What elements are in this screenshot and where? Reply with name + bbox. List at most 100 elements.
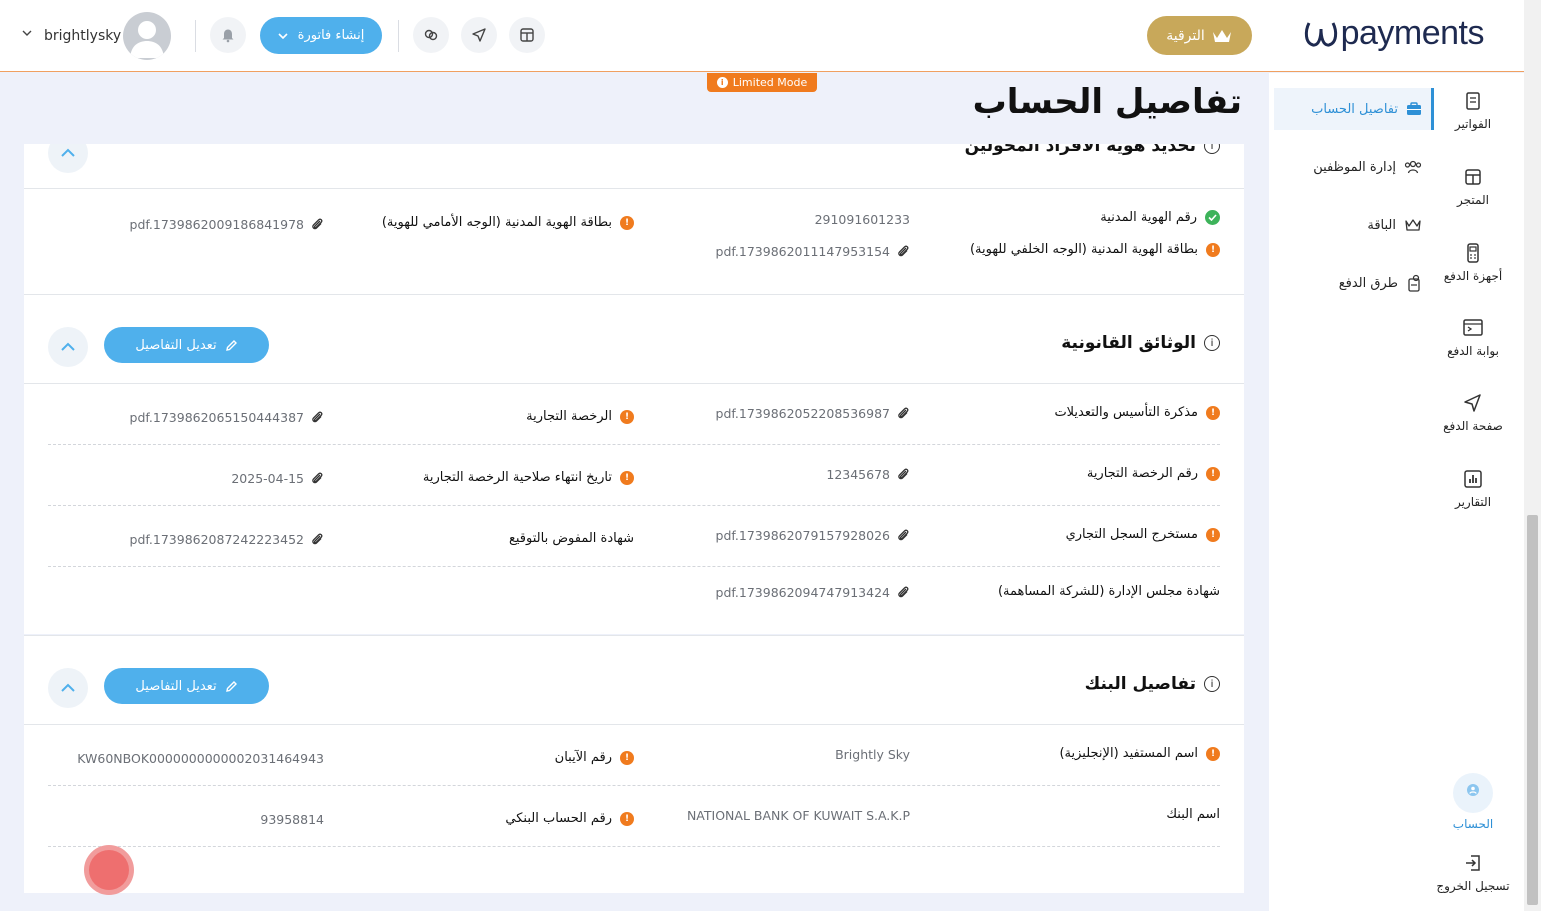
label-text: رقم الآيبان — [554, 750, 612, 765]
avatar[interactable] — [123, 12, 171, 60]
paperclip-icon — [898, 529, 909, 541]
field-label: شهادة المفوض بالتوقيع — [509, 531, 634, 546]
send-button[interactable] — [461, 17, 497, 53]
upgrade-button[interactable]: الترقية — [1147, 16, 1252, 55]
info-icon[interactable]: i — [1204, 335, 1220, 351]
field-value: 93958814 — [260, 812, 324, 827]
file-link[interactable]: pdf.1739862079157928026 — [716, 527, 910, 543]
file-link[interactable]: pdf.1739862052208536987 — [716, 405, 910, 421]
row-divider — [48, 846, 1220, 847]
warning-icon: ! — [1206, 405, 1220, 420]
field-value: Brightly Sky — [835, 747, 910, 762]
value-text: 2025-04-15 — [231, 470, 304, 486]
label-text: شهادة المفوض بالتوقيع — [508, 531, 634, 546]
file-link[interactable]: pdf.1739862009186841978 — [130, 216, 324, 232]
label-text: اسم البنك — [1166, 807, 1220, 822]
field-label: رقم الرخصة التجارية! — [1087, 466, 1220, 481]
label-text: مذكرة التأسيس والتعديلات — [1054, 405, 1198, 420]
section-title-text: تفاصيل البنك — [1084, 674, 1196, 694]
file-name: pdf.1739862087242223452 — [129, 531, 304, 547]
top-header: payments الترقية إنشاء فاتورة brightlysk… — [0, 0, 1524, 72]
submenu-item-account-details[interactable]: تفاصيل الحساب — [1274, 88, 1434, 130]
nav-item-account[interactable]: الحساب — [1422, 773, 1524, 831]
nav-label: الفواتير — [1454, 117, 1492, 131]
paperclip-icon — [898, 407, 909, 419]
paperclip-icon — [312, 472, 323, 484]
submenu-item-staff[interactable]: إدارة الموظفين — [1274, 146, 1434, 188]
nav-label: بوابة الدفع — [1447, 344, 1499, 358]
section-divider — [24, 724, 1244, 725]
nav-item-reports[interactable]: التقارير — [1422, 469, 1524, 509]
chevron-down-icon[interactable] — [22, 30, 32, 36]
field-label: تاريخ انتهاء صلاحية الرخصة التجارية! — [423, 470, 634, 485]
gateway-icon — [1463, 319, 1483, 336]
header-divider — [398, 20, 399, 52]
users-icon — [1404, 160, 1422, 174]
label-text: رقم الرخصة التجارية — [1086, 466, 1198, 481]
field-label: رقم الحساب البنكي! — [505, 811, 634, 826]
nav-item-invoices[interactable]: الفواتير — [1422, 91, 1524, 131]
field-value: KW60NBOK0000000000002031464943 — [77, 751, 324, 766]
submenu-label: تفاصيل الحساب — [1311, 101, 1398, 117]
edit-details-button[interactable]: تعديل التفاصيل — [104, 327, 269, 363]
row-divider — [48, 785, 1220, 786]
file-link[interactable]: pdf.1739862087242223452 — [130, 531, 324, 547]
warning-icon: ! — [620, 750, 634, 765]
field-value: NATIONAL BANK OF KUWAIT S.A.K.P — [686, 808, 910, 823]
submenu-item-plan[interactable]: الباقة — [1274, 204, 1434, 246]
pencil-icon — [225, 680, 237, 692]
submenu-item-payment-methods[interactable]: طرق الدفع — [1274, 262, 1434, 304]
notification-prompt-button[interactable] — [84, 845, 134, 895]
nav-item-store[interactable]: المتجر — [1422, 167, 1524, 207]
limited-mode-label: Limited Mode — [732, 76, 808, 89]
label-text: اسم المستفيد (الإنجليزية) — [1059, 746, 1198, 761]
page-scrollbar[interactable] — [1524, 0, 1541, 911]
collapse-button[interactable] — [48, 327, 88, 367]
send-icon — [472, 28, 486, 42]
nav-item-payment-gateway[interactable]: بوابة الدفع — [1422, 318, 1524, 358]
logo-mark-icon — [1304, 21, 1337, 47]
header-divider — [195, 20, 196, 52]
nav-item-pos-devices[interactable]: أجهزة الدفع — [1422, 243, 1524, 283]
paperclip-icon — [898, 468, 909, 480]
pencil-icon — [225, 339, 237, 351]
paperclip-icon — [312, 411, 323, 423]
file-name: pdf.1739862079157928026 — [715, 527, 890, 543]
account-icon — [1467, 784, 1479, 796]
section-divider — [24, 188, 1244, 189]
file-link[interactable]: pdf.1739862011147953154 — [716, 243, 910, 259]
scrollbar-thumb[interactable] — [1527, 515, 1538, 905]
label-text: رقم الحساب البنكي — [505, 811, 612, 826]
invoice-icon — [1466, 92, 1480, 110]
nav-item-payment-page[interactable]: صفحة الدفع — [1422, 393, 1524, 433]
bell-icon — [89, 850, 129, 890]
file-link[interactable]: pdf.1739862094747913424 — [716, 584, 910, 600]
field-label: مستخرج السجل التجاري! — [1066, 527, 1220, 542]
link-button[interactable] — [413, 17, 449, 53]
field-value: 2025-04-15 — [231, 470, 324, 486]
file-name: pdf.1739862011147953154 — [715, 243, 890, 259]
create-invoice-button[interactable]: إنشاء فاتورة — [260, 17, 382, 54]
field-label: بطاقة الهوية المدنية (الوجه الخلفي للهوي… — [970, 242, 1220, 257]
warning-icon: ! — [620, 409, 634, 424]
label-text: الرخصة التجارية — [526, 409, 612, 424]
crown-icon — [1405, 219, 1421, 231]
chevron-up-icon — [61, 148, 75, 157]
grid-store-icon — [520, 28, 534, 42]
limited-mode-badge: i Limited Mode — [707, 73, 817, 92]
create-invoice-label: إنشاء فاتورة — [297, 28, 365, 43]
collapse-button[interactable] — [48, 668, 88, 708]
field-label: رقم الهوية المدنية — [1100, 210, 1220, 225]
info-icon[interactable]: i — [1204, 676, 1220, 692]
nav-item-logout[interactable]: تسجيل الخروج — [1422, 853, 1524, 893]
notifications-button[interactable] — [210, 17, 246, 53]
field-value: 291091601233 — [814, 212, 910, 227]
link-icon — [424, 29, 438, 41]
section-title: تفاصيل البنك i — [1085, 674, 1220, 694]
edit-details-button[interactable]: تعديل التفاصيل — [104, 668, 269, 704]
file-link[interactable]: pdf.1739862065150444387 — [130, 409, 324, 425]
username[interactable]: brightlysky — [44, 28, 121, 44]
bank-details-section: تفاصيل البنك i تعديل التفاصيل اسم المستف… — [24, 635, 1244, 893]
app-logo[interactable]: payments — [1303, 14, 1485, 53]
store-shortcut-button[interactable] — [509, 17, 545, 53]
